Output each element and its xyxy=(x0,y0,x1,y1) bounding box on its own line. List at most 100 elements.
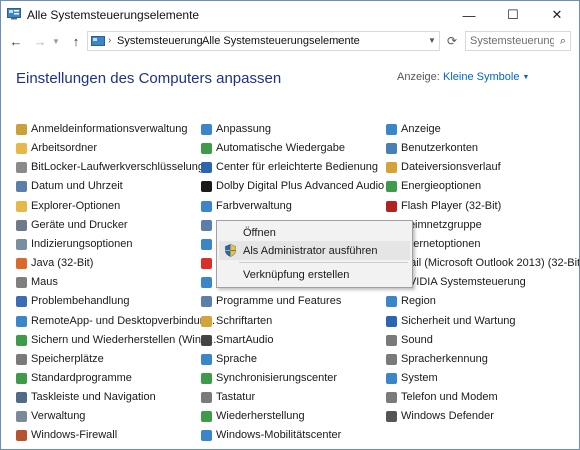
control-panel-item-label[interactable]: Energieoptionen xyxy=(401,180,481,192)
control-panel-item[interactable] xyxy=(201,254,216,272)
address-dropdown-chevron-icon[interactable]: ▼ xyxy=(424,30,440,50)
control-panel-item[interactable]: Region xyxy=(386,292,436,310)
control-panel-item-label[interactable]: Farbverwaltung xyxy=(216,200,292,212)
control-panel-item[interactable]: Windows-Mobilitätscenter xyxy=(201,426,341,444)
control-panel-item[interactable] xyxy=(201,216,216,234)
control-panel-item[interactable]: Automatische Wiedergabe xyxy=(201,139,345,157)
control-panel-item[interactable]: Telefon und Modem xyxy=(386,388,498,406)
control-panel-item[interactable]: Windows-Firewall xyxy=(16,426,117,444)
control-panel-item-label[interactable]: Synchronisierungscenter xyxy=(216,372,337,384)
context-menu-create-shortcut[interactable]: Verknüpfung erstellen xyxy=(219,265,410,284)
control-panel-item[interactable]: Benutzerkonten xyxy=(386,139,478,157)
control-panel-item-label[interactable]: Telefon und Modem xyxy=(401,391,498,403)
control-panel-item[interactable]: Farbverwaltung xyxy=(201,197,292,215)
control-panel-item[interactable]: Java (32-Bit) xyxy=(16,254,93,272)
control-panel-item-label[interactable]: Sound xyxy=(401,334,433,346)
control-panel-item-label[interactable]: Heimnetzgruppe xyxy=(401,219,482,231)
control-panel-item[interactable]: Synchronisierungscenter xyxy=(201,369,337,387)
control-panel-item-label[interactable]: Taskleiste und Navigation xyxy=(31,391,156,403)
control-panel-item-label[interactable]: Geräte und Drucker xyxy=(31,219,128,231)
control-panel-item-label[interactable]: Standardprogramme xyxy=(31,372,132,384)
control-panel-item-label[interactable]: Windows-Firewall xyxy=(31,429,117,441)
control-panel-item[interactable]: Energieoptionen xyxy=(386,177,481,195)
refresh-icon[interactable]: ⟳ xyxy=(442,31,462,51)
control-panel-item-label[interactable]: Anmeldeinformationsverwaltung xyxy=(31,123,188,135)
control-panel-item[interactable]: Sound xyxy=(386,331,433,349)
context-menu-create-shortcut-label[interactable]: Verknüpfung erstellen xyxy=(243,269,349,281)
control-panel-item[interactable]: Dolby Digital Plus Advanced Audio xyxy=(201,177,384,195)
control-panel-item[interactable]: Maus xyxy=(16,273,58,291)
address-bar[interactable]: › Systemsteuerung › Alle Systemsteuerung… xyxy=(87,31,440,51)
control-panel-item[interactable]: Wiederherstellung xyxy=(201,407,305,425)
search-input[interactable] xyxy=(470,34,554,48)
control-panel-item-label[interactable]: Arbeitsordner xyxy=(31,142,97,154)
breadcrumb-separator-icon[interactable]: › xyxy=(337,35,340,46)
control-panel-item[interactable]: BitLocker-Laufwerkverschlüsselung xyxy=(16,158,204,176)
control-panel-item-label[interactable]: Windows Defender xyxy=(401,410,494,422)
minimize-button[interactable]: — xyxy=(447,1,491,29)
control-panel-item-label[interactable]: Datum und Uhrzeit xyxy=(31,180,123,192)
search-box[interactable]: ⌕ xyxy=(465,31,571,51)
control-panel-item[interactable]: Sprache xyxy=(201,350,257,368)
control-panel-item[interactable]: Anmeldeinformationsverwaltung xyxy=(16,120,188,138)
search-icon[interactable]: ⌕ xyxy=(560,35,566,48)
control-panel-item[interactable]: Sichern und Wiederherstellen (Wind... xyxy=(16,331,216,349)
control-panel-item-label[interactable]: Speicherplätze xyxy=(31,353,104,365)
control-panel-item[interactable]: SmartAudio xyxy=(201,331,273,349)
control-panel-item[interactable]: System xyxy=(386,369,438,387)
recent-locations-chevron-icon[interactable]: ▼ xyxy=(51,31,61,51)
control-panel-item-label[interactable]: Flash Player (32-Bit) xyxy=(401,200,501,212)
control-panel-item-label[interactable]: Maus xyxy=(31,276,58,288)
control-panel-item[interactable] xyxy=(201,235,216,253)
control-panel-item-label[interactable]: System xyxy=(401,372,438,384)
control-panel-item-label[interactable]: Problembehandlung xyxy=(31,295,129,307)
control-panel-item[interactable]: Schriftarten xyxy=(201,312,272,330)
forward-arrow-icon[interactable]: → xyxy=(31,31,49,51)
control-panel-item[interactable]: Taskleiste und Navigation xyxy=(16,388,156,406)
control-panel-item-label[interactable]: RemoteApp- und Desktopverbindun... xyxy=(31,315,215,327)
control-panel-item-label[interactable]: SmartAudio xyxy=(216,334,273,346)
breadcrumb-separator-icon[interactable]: › xyxy=(108,35,111,46)
control-panel-item-label[interactable]: Programme und Features xyxy=(216,295,341,307)
control-panel-item-label[interactable]: Region xyxy=(401,295,436,307)
control-panel-item[interactable]: Sicherheit und Wartung xyxy=(386,312,516,330)
control-panel-item-label[interactable]: Automatische Wiedergabe xyxy=(216,142,345,154)
view-by-dropdown[interactable]: Kleine Symbole ▼ xyxy=(443,71,529,83)
context-menu-open[interactable]: Öffnen xyxy=(219,223,410,242)
control-panel-item-label[interactable]: Anpassung xyxy=(216,123,271,135)
control-panel-item-label[interactable]: BitLocker-Laufwerkverschlüsselung xyxy=(31,161,204,173)
control-panel-item-label[interactable]: Sicherheit und Wartung xyxy=(401,315,516,327)
control-panel-item-label[interactable]: Spracherkennung xyxy=(401,353,488,365)
control-panel-item-label[interactable]: Dateiversionsverlauf xyxy=(401,161,501,173)
back-arrow-icon[interactable]: ← xyxy=(7,31,25,51)
control-panel-item[interactable]: Problembehandlung xyxy=(16,292,129,310)
control-panel-item[interactable]: Programme und Features xyxy=(201,292,341,310)
control-panel-item[interactable]: Tastatur xyxy=(201,388,255,406)
chevron-down-icon[interactable]: ▼ xyxy=(522,74,529,81)
control-panel-item-label[interactable]: Sichern und Wiederherstellen (Wind... xyxy=(31,334,216,346)
control-panel-item-label[interactable]: Anzeige xyxy=(401,123,441,135)
control-panel-item[interactable]: RemoteApp- und Desktopverbindun... xyxy=(16,312,215,330)
control-panel-item[interactable]: Geräte und Drucker xyxy=(16,216,128,234)
control-panel-item[interactable]: Explorer-Optionen xyxy=(16,197,120,215)
control-panel-item-label[interactable]: Wiederherstellung xyxy=(216,410,305,422)
context-menu-run-as-admin-label[interactable]: Als Administrator ausführen xyxy=(243,245,378,257)
control-panel-item-label[interactable]: Dolby Digital Plus Advanced Audio xyxy=(216,180,384,192)
control-panel-item[interactable]: Verwaltung xyxy=(16,407,85,425)
control-panel-item[interactable]: Arbeitsordner xyxy=(16,139,97,157)
control-panel-item-label[interactable]: Windows-Mobilitätscenter xyxy=(216,429,341,441)
control-panel-item[interactable]: Flash Player (32-Bit) xyxy=(386,197,501,215)
control-panel-item[interactable]: Windows Defender xyxy=(386,407,494,425)
control-panel-item-label[interactable]: Explorer-Optionen xyxy=(31,200,120,212)
maximize-button[interactable]: ☐ xyxy=(491,1,535,29)
control-panel-item-label[interactable]: NVIDIA Systemsteuerung xyxy=(401,276,526,288)
control-panel-item-label[interactable]: Sprache xyxy=(216,353,257,365)
control-panel-item[interactable]: Standardprogramme xyxy=(16,369,132,387)
control-panel-item[interactable]: Speicherplätze xyxy=(16,350,104,368)
up-arrow-icon[interactable]: ↑ xyxy=(67,31,85,51)
control-panel-item-label[interactable]: Indizierungsoptionen xyxy=(31,238,133,250)
control-panel-item[interactable]: Anzeige xyxy=(386,120,441,138)
control-panel-item-label[interactable]: Schriftarten xyxy=(216,315,272,327)
control-panel-item-label[interactable]: Verwaltung xyxy=(31,410,85,422)
control-panel-item-label[interactable]: Java (32-Bit) xyxy=(31,257,93,269)
